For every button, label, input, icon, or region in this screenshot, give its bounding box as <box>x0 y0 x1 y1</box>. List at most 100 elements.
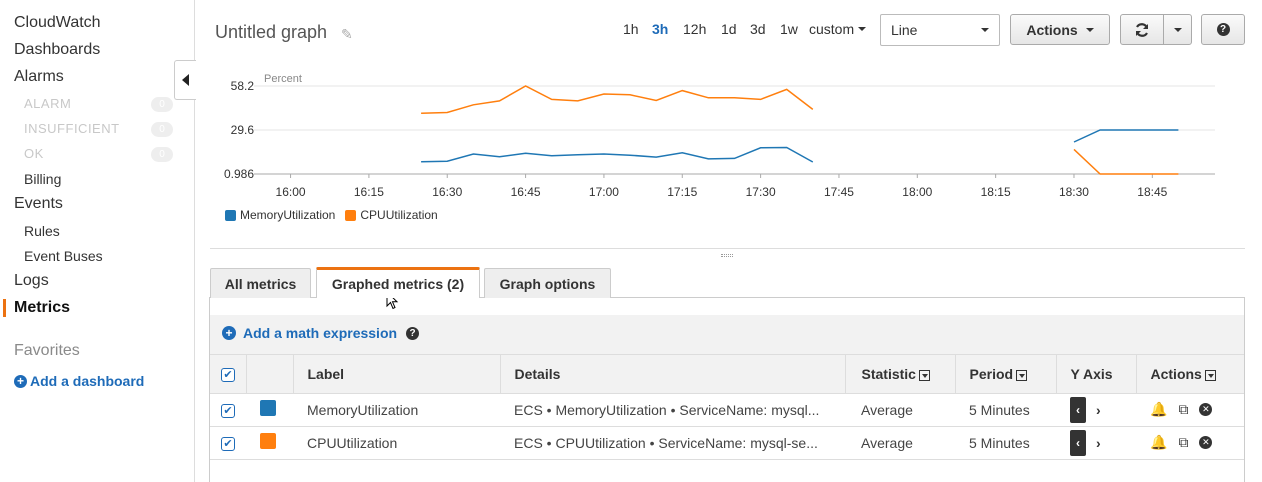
x-tick-label: 17:15 <box>667 185 697 199</box>
nav-event-buses[interactable]: Event Buses <box>24 248 103 264</box>
table-row: ✔ MemoryUtilization ECS • MemoryUtilizat… <box>210 393 1244 427</box>
tab-graph-options[interactable]: Graph options <box>484 268 611 298</box>
refresh-interval-dropdown[interactable] <box>1163 14 1192 45</box>
bell-icon[interactable]: 🔔 <box>1150 434 1167 451</box>
row-color-cell <box>246 426 293 460</box>
help-icon[interactable]: ? <box>406 327 419 340</box>
details-column-header[interactable]: Details <box>500 355 846 394</box>
sidebar: CloudWatch Dashboards Alarms ALARM 0 INS… <box>0 0 195 482</box>
help-button[interactable]: ? <box>1201 14 1245 45</box>
refresh-icon <box>1135 22 1149 37</box>
pencil-icon[interactable]: ✎ <box>341 26 353 43</box>
sort-dropdown-icon <box>918 369 930 381</box>
row-color-swatch[interactable] <box>260 400 276 416</box>
x-tick-label: 18:15 <box>981 185 1011 199</box>
add-math-expression-link[interactable]: + Add a math expression <box>222 325 397 341</box>
range-3h[interactable]: 3h <box>652 21 668 37</box>
copy-icon[interactable]: ⧉ <box>1178 434 1188 451</box>
active-nav-indicator <box>3 299 6 317</box>
statistic-column-header[interactable]: Statistic <box>845 355 956 394</box>
x-tick-label: 18:30 <box>1059 185 1089 199</box>
graph-type-select[interactable]: Line <box>880 14 1000 46</box>
label-column-header[interactable]: Label <box>293 355 501 394</box>
y-tick-label: 58.2 <box>231 79 255 93</box>
y-axis-column-header: Y Axis <box>1056 355 1137 394</box>
alarm-count-badge: 0 <box>151 97 173 112</box>
nav-metrics[interactable]: Metrics <box>14 299 70 317</box>
copy-icon[interactable]: ⧉ <box>1178 401 1188 418</box>
legend-label-cpu: CPUUtilization <box>360 208 438 222</box>
resize-handle[interactable] <box>721 254 733 257</box>
legend-swatch-memory <box>225 209 236 221</box>
add-dashboard-link[interactable]: + Add a dashboard <box>14 373 144 389</box>
tab-all-metrics[interactable]: All metrics <box>210 268 311 298</box>
nav-events[interactable]: Events <box>14 195 63 213</box>
series-line-memory <box>421 146 814 163</box>
row-checkbox[interactable]: ✔ <box>221 404 235 418</box>
range-custom-dropdown[interactable]: custom <box>809 21 867 37</box>
y-axis-left-button[interactable]: ‹ <box>1070 396 1086 423</box>
nav-billing[interactable]: Billing <box>24 171 61 187</box>
x-tick-label: 16:45 <box>511 185 541 199</box>
x-tick-label: 17:45 <box>824 185 854 199</box>
actions-column-header[interactable]: Actions <box>1136 355 1244 394</box>
actions-button[interactable]: Actions <box>1010 14 1110 45</box>
y-axis-ticks: 58.2 29.6 0.986 <box>224 79 254 181</box>
y-axis-right-button[interactable]: › <box>1096 402 1101 418</box>
nav-cloudwatch[interactable]: CloudWatch <box>14 14 101 32</box>
color-column-header <box>246 355 294 394</box>
nav-alarm-state[interactable]: ALARM <box>24 96 71 111</box>
row-statistic[interactable]: Average <box>845 426 955 460</box>
x-tick-label: 18:45 <box>1137 185 1167 199</box>
row-color-swatch[interactable] <box>260 433 276 449</box>
y-axis-left-button[interactable]: ‹ <box>1070 429 1086 456</box>
sort-dropdown-icon <box>1016 369 1028 381</box>
refresh-button[interactable] <box>1120 14 1164 45</box>
select-all-checkbox[interactable]: ✔ <box>221 368 235 383</box>
row-checkbox[interactable]: ✔ <box>221 437 235 451</box>
nav-rules[interactable]: Rules <box>24 223 60 239</box>
actions-column-label: Actions <box>1150 365 1202 382</box>
period-column-header[interactable]: Period <box>955 355 1057 394</box>
remove-icon[interactable]: ✕ <box>1199 436 1213 449</box>
nav-insufficient-state[interactable]: INSUFFICIENT <box>24 121 120 136</box>
range-1d[interactable]: 1d <box>721 21 737 37</box>
range-12h[interactable]: 12h <box>683 21 706 37</box>
collapse-sidebar-button[interactable] <box>174 60 196 100</box>
sort-dropdown-icon <box>1204 369 1216 381</box>
nav-ok-state[interactable]: OK <box>24 146 44 161</box>
legend-label-memory: MemoryUtilization <box>240 208 336 222</box>
row-label[interactable]: MemoryUtilization <box>293 393 500 427</box>
legend-item-cpu[interactable]: CPUUtilization <box>345 208 438 222</box>
plus-circle-icon: + <box>14 374 27 388</box>
row-y-axis-cell: ‹ › <box>1056 393 1136 427</box>
nav-dashboards[interactable]: Dashboards <box>14 41 100 59</box>
nav-alarms[interactable]: Alarms <box>14 68 64 86</box>
row-color-cell <box>246 393 293 427</box>
math-expression-bar: + Add a math expression ? <box>210 315 1244 355</box>
row-label[interactable]: CPUUtilization <box>293 426 500 460</box>
plus-circle-icon: + <box>222 326 236 340</box>
range-1h[interactable]: 1h <box>623 21 639 37</box>
graph-title[interactable]: Untitled graph <box>215 22 327 43</box>
x-tick-label: 16:30 <box>432 185 462 199</box>
legend-swatch-cpu <box>345 209 357 221</box>
chart-legend: MemoryUtilization CPUUtilization <box>225 208 438 222</box>
range-1w[interactable]: 1w <box>780 21 798 37</box>
remove-icon[interactable]: ✕ <box>1199 403 1213 416</box>
row-actions-cell: 🔔 ⧉ ✕ <box>1136 426 1244 460</box>
row-statistic[interactable]: Average <box>845 393 955 427</box>
row-period[interactable]: 5 Minutes <box>955 426 1056 460</box>
bell-icon[interactable]: 🔔 <box>1150 401 1167 418</box>
range-3d[interactable]: 3d <box>750 21 766 37</box>
tab-graphed-metrics[interactable]: Graphed metrics (2) <box>316 267 480 298</box>
range-custom-label: custom <box>809 21 855 37</box>
chevron-down-icon <box>1173 27 1182 32</box>
row-y-axis-cell: ‹ › <box>1056 426 1136 460</box>
graphed-metrics-table: ✔ Label Details Statistic Period Y Axis … <box>210 355 1244 460</box>
row-period[interactable]: 5 Minutes <box>955 393 1056 427</box>
nav-logs[interactable]: Logs <box>14 272 49 290</box>
y-axis-right-button[interactable]: › <box>1096 435 1101 451</box>
legend-item-memory[interactable]: MemoryUtilization <box>225 208 335 222</box>
graph-divider <box>210 248 1245 249</box>
